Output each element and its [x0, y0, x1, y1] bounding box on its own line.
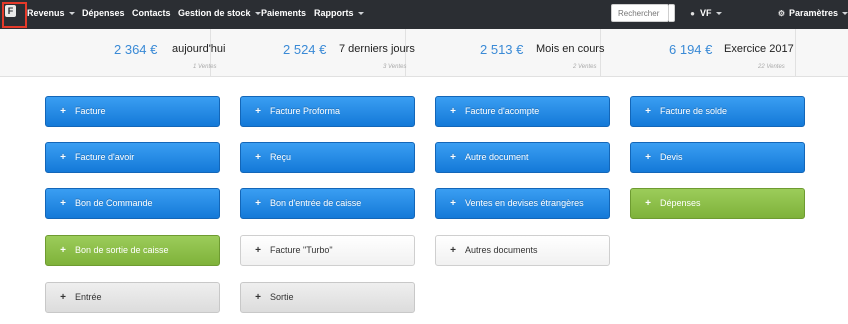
button-label: Autre document — [465, 152, 529, 162]
nav-item-depenses[interactable]: Dépenses — [82, 0, 125, 29]
button-label: Facture d'acompte — [465, 106, 540, 116]
stat-sub: 3 Ventes — [383, 64, 407, 70]
nav-item-label: Rapports — [314, 8, 354, 18]
button-label: Facture de solde — [660, 106, 728, 116]
button-label: Autres documents — [465, 245, 538, 255]
new-facture-solde-button[interactable]: + Facture de solde — [630, 96, 805, 127]
stat-current-month: 2 513 € Mois en cours 2 Ventes — [407, 29, 605, 77]
plus-icon: + — [60, 152, 66, 163]
button-label: Facture — [75, 106, 106, 116]
users-icon: ● — [690, 9, 695, 18]
button-label: Facture Proforma — [270, 106, 341, 116]
button-label: Facture "Turbo" — [270, 245, 333, 255]
button-label: Facture d'avoir — [75, 152, 135, 162]
stat-amount: 2 524 € — [283, 42, 327, 57]
plus-icon: + — [450, 106, 456, 117]
plus-icon: + — [60, 292, 66, 303]
stat-amount: 2 513 € — [480, 42, 524, 57]
chevron-down-icon — [357, 12, 364, 16]
plus-icon: + — [645, 152, 651, 163]
plus-icon: + — [450, 152, 456, 163]
new-facture-button[interactable]: + Facture — [45, 96, 220, 127]
button-label: Bon de sortie de caisse — [75, 245, 169, 255]
stat-today: 2 364 € aujourd'hui 1 Ventes — [17, 29, 225, 77]
chevron-down-icon — [842, 12, 848, 16]
nav-item-label: Contacts — [132, 8, 171, 18]
plus-icon: + — [60, 245, 66, 256]
gear-icon: ⚙ — [777, 9, 786, 18]
new-depenses-button[interactable]: + Dépenses — [630, 188, 805, 219]
button-label: Bon d'entrée de caisse — [270, 198, 362, 208]
stat-sub: 22 Ventes — [758, 64, 785, 70]
new-bon-commande-button[interactable]: + Bon de Commande — [45, 188, 220, 219]
stat-7-days: 2 524 € 7 derniers jours 3 Ventes — [212, 29, 415, 77]
plus-icon: + — [255, 292, 261, 303]
nav-item-label: Revenus — [27, 8, 65, 18]
button-label: Ventes en devises étrangères — [465, 198, 584, 208]
plus-icon: + — [60, 106, 66, 117]
new-sortie-button[interactable]: + Sortie — [240, 282, 415, 313]
stat-label: 7 derniers jours — [339, 43, 415, 55]
plus-icon: + — [60, 198, 66, 209]
button-label: Sortie — [270, 292, 294, 302]
stat-label: Mois en cours — [536, 43, 605, 55]
new-ventes-devises-button[interactable]: + Ventes en devises étrangères — [435, 188, 610, 219]
nav-item-contacts[interactable]: Contacts — [132, 0, 171, 29]
user-menu[interactable]: ● VF — [688, 0, 722, 29]
plus-icon: + — [255, 245, 261, 256]
stat-amount: 6 194 € — [669, 42, 713, 57]
button-label: Entrée — [75, 292, 102, 302]
search-button[interactable] — [669, 4, 675, 22]
stats-strip: 2 364 € aujourd'hui 1 Ventes 2 524 € 7 d… — [0, 29, 848, 77]
stat-amount: 2 364 € — [114, 42, 158, 57]
plus-icon: + — [450, 198, 456, 209]
plus-icon: + — [255, 198, 261, 209]
settings-menu[interactable]: ⚙ Paramètres — [777, 0, 848, 29]
new-bon-entree-caisse-button[interactable]: + Bon d'entrée de caisse — [240, 188, 415, 219]
new-facture-avoir-button[interactable]: + Facture d'avoir — [45, 142, 220, 173]
nav-item-label: Dépenses — [82, 8, 125, 18]
app-logo[interactable]: F — [5, 5, 16, 17]
stat-fiscal-year: 6 194 € Exercice 2017 22 Ventes — [602, 29, 796, 77]
search-input[interactable] — [611, 4, 669, 22]
settings-menu-label: Paramètres — [789, 8, 839, 18]
plus-icon: + — [255, 152, 261, 163]
button-label: Reçu — [270, 152, 292, 162]
top-navbar: F Revenus Dépenses Contacts Gestion de s… — [0, 0, 848, 29]
plus-icon: + — [255, 106, 261, 117]
stat-sub: 2 Ventes — [573, 64, 597, 70]
nav-item-label: Gestion de stock — [178, 8, 251, 18]
chevron-down-icon — [68, 12, 75, 16]
user-menu-label: VF — [700, 8, 712, 18]
nav-item-rapports[interactable]: Rapports — [314, 0, 364, 29]
nav-item-paiements[interactable]: Paiements — [261, 0, 306, 29]
chevron-down-icon — [254, 12, 261, 16]
new-entree-button[interactable]: + Entrée — [45, 282, 220, 313]
plus-icon: + — [645, 106, 651, 117]
button-label: Dépenses — [660, 198, 701, 208]
new-autre-document-button[interactable]: + Autre document — [435, 142, 610, 173]
nav-item-label: Paiements — [261, 8, 307, 18]
new-facture-acompte-button[interactable]: + Facture d'acompte — [435, 96, 610, 127]
plus-icon: + — [450, 245, 456, 256]
new-bon-sortie-caisse-button[interactable]: + Bon de sortie de caisse — [45, 235, 220, 266]
new-facture-turbo-button[interactable]: + Facture "Turbo" — [240, 235, 415, 266]
new-devis-button[interactable]: + Devis — [630, 142, 805, 173]
stat-label: Exercice 2017 — [724, 43, 794, 55]
button-label: Devis — [660, 152, 683, 162]
nav-item-revenus[interactable]: Revenus — [27, 0, 75, 29]
chevron-down-icon — [715, 12, 722, 16]
new-facture-proforma-button[interactable]: + Facture Proforma — [240, 96, 415, 127]
new-autres-documents-button[interactable]: + Autres documents — [435, 235, 610, 266]
button-label: Bon de Commande — [75, 198, 153, 208]
new-recu-button[interactable]: + Reçu — [240, 142, 415, 173]
plus-icon: + — [645, 198, 651, 209]
nav-item-gestion-stock[interactable]: Gestion de stock — [178, 0, 261, 29]
